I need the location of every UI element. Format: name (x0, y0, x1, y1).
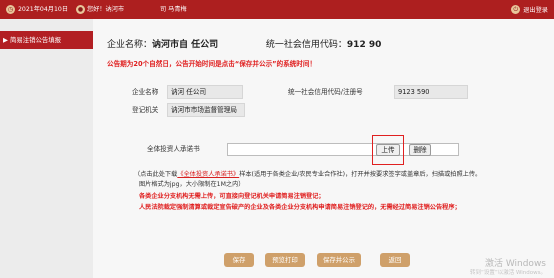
field-code-label: 统一社会信用代码/注册号 (288, 88, 363, 96)
back-button[interactable]: 返回 (380, 253, 410, 267)
activation-watermark: 激活 Windows (484, 259, 546, 269)
sidebar-item-label: 简易注销公告填报 (9, 36, 62, 44)
upload-button[interactable]: 上传 (376, 144, 400, 156)
company-name-value: 讷河市自 任公司 (152, 40, 219, 50)
sidebar-item-simple-cancellation[interactable]: ▶ 简易注销公告填报 (0, 31, 93, 49)
court-warning: 人民法院裁定强制清算或裁定宣告破产的企业及各类企业分支机构申请简易注销登记的，无… (139, 204, 461, 211)
field-authority-label: 登记机关 (132, 106, 159, 114)
credit-code-value: 912 90 (346, 40, 382, 50)
exit-icon: ⏻ (511, 5, 521, 14)
field-authority-value: 讷河市市场监督管理局 (167, 103, 245, 117)
current-date: 2021年04月10日 (18, 6, 69, 13)
branch-warning: 各类企业分支机构无需上传，可直接向登记机关申请简易注销登记； (139, 193, 325, 200)
preview-print-button[interactable]: 预览打印 (265, 253, 305, 267)
logout-button[interactable]: ⏻ 退出登录 (511, 4, 548, 15)
image-format-note: 图片格式为jpg，大小限制在1M之内） (139, 181, 245, 188)
download-note-prefix: （点击此处下载 (134, 171, 178, 178)
sidebar: ▶ 简易注销公告填报 (0, 19, 93, 278)
download-note-suffix: 样本(适用于各类企业/农民专业合作社)，打开并按要求签字或盖章后，扫描或拍照上传… (239, 171, 482, 178)
delete-button[interactable]: 删除 (409, 144, 431, 156)
announcement-notice: 公告期为20个自然日，公告开始时间是点击“保存并公示”的系统时间！ (107, 60, 317, 68)
user-icon: ● (76, 5, 85, 14)
credit-code-label: 统一社会信用代码： (265, 40, 347, 50)
main-panel: 企业名称：讷河市自 任公司 统一社会信用代码：912 90 公告期为20个自然日… (93, 19, 554, 278)
save-publish-button[interactable]: 保存并公示 (317, 253, 361, 267)
upload-label: 全体投资人承诺书 (147, 145, 200, 153)
company-name-label: 企业名称： (107, 40, 153, 50)
clock-icon: ◷ (6, 5, 15, 14)
field-name-value: 讷河 任公司 (167, 85, 243, 99)
caret-right-icon: ▶ (3, 36, 10, 44)
company-header: 企业名称：讷河市自 任公司 统一社会信用代码：912 90 (107, 39, 381, 51)
top-bar: ◷ 2021年04月10日 ● 您好！讷河市 司 马青梅 ⏻ 退出登录 (0, 0, 554, 19)
logout-label: 退出登录 (523, 7, 548, 14)
greeting-user: 司 马青梅 (160, 6, 187, 13)
save-button[interactable]: 保存 (224, 253, 254, 267)
field-code-value: 9123 590 (394, 85, 468, 99)
greeting-text: 您好！讷河市 (87, 6, 125, 13)
download-template-link[interactable]: 《全体投资人承诺书》 (177, 171, 239, 178)
activation-watermark-sub: 转到“设置”以激活 Windows。 (470, 270, 546, 276)
field-name-label: 企业名称 (132, 88, 159, 96)
download-note: （点击此处下载《全体投资人承诺书》样本(适用于各类企业/农民专业合作社)，打开并… (134, 170, 481, 179)
